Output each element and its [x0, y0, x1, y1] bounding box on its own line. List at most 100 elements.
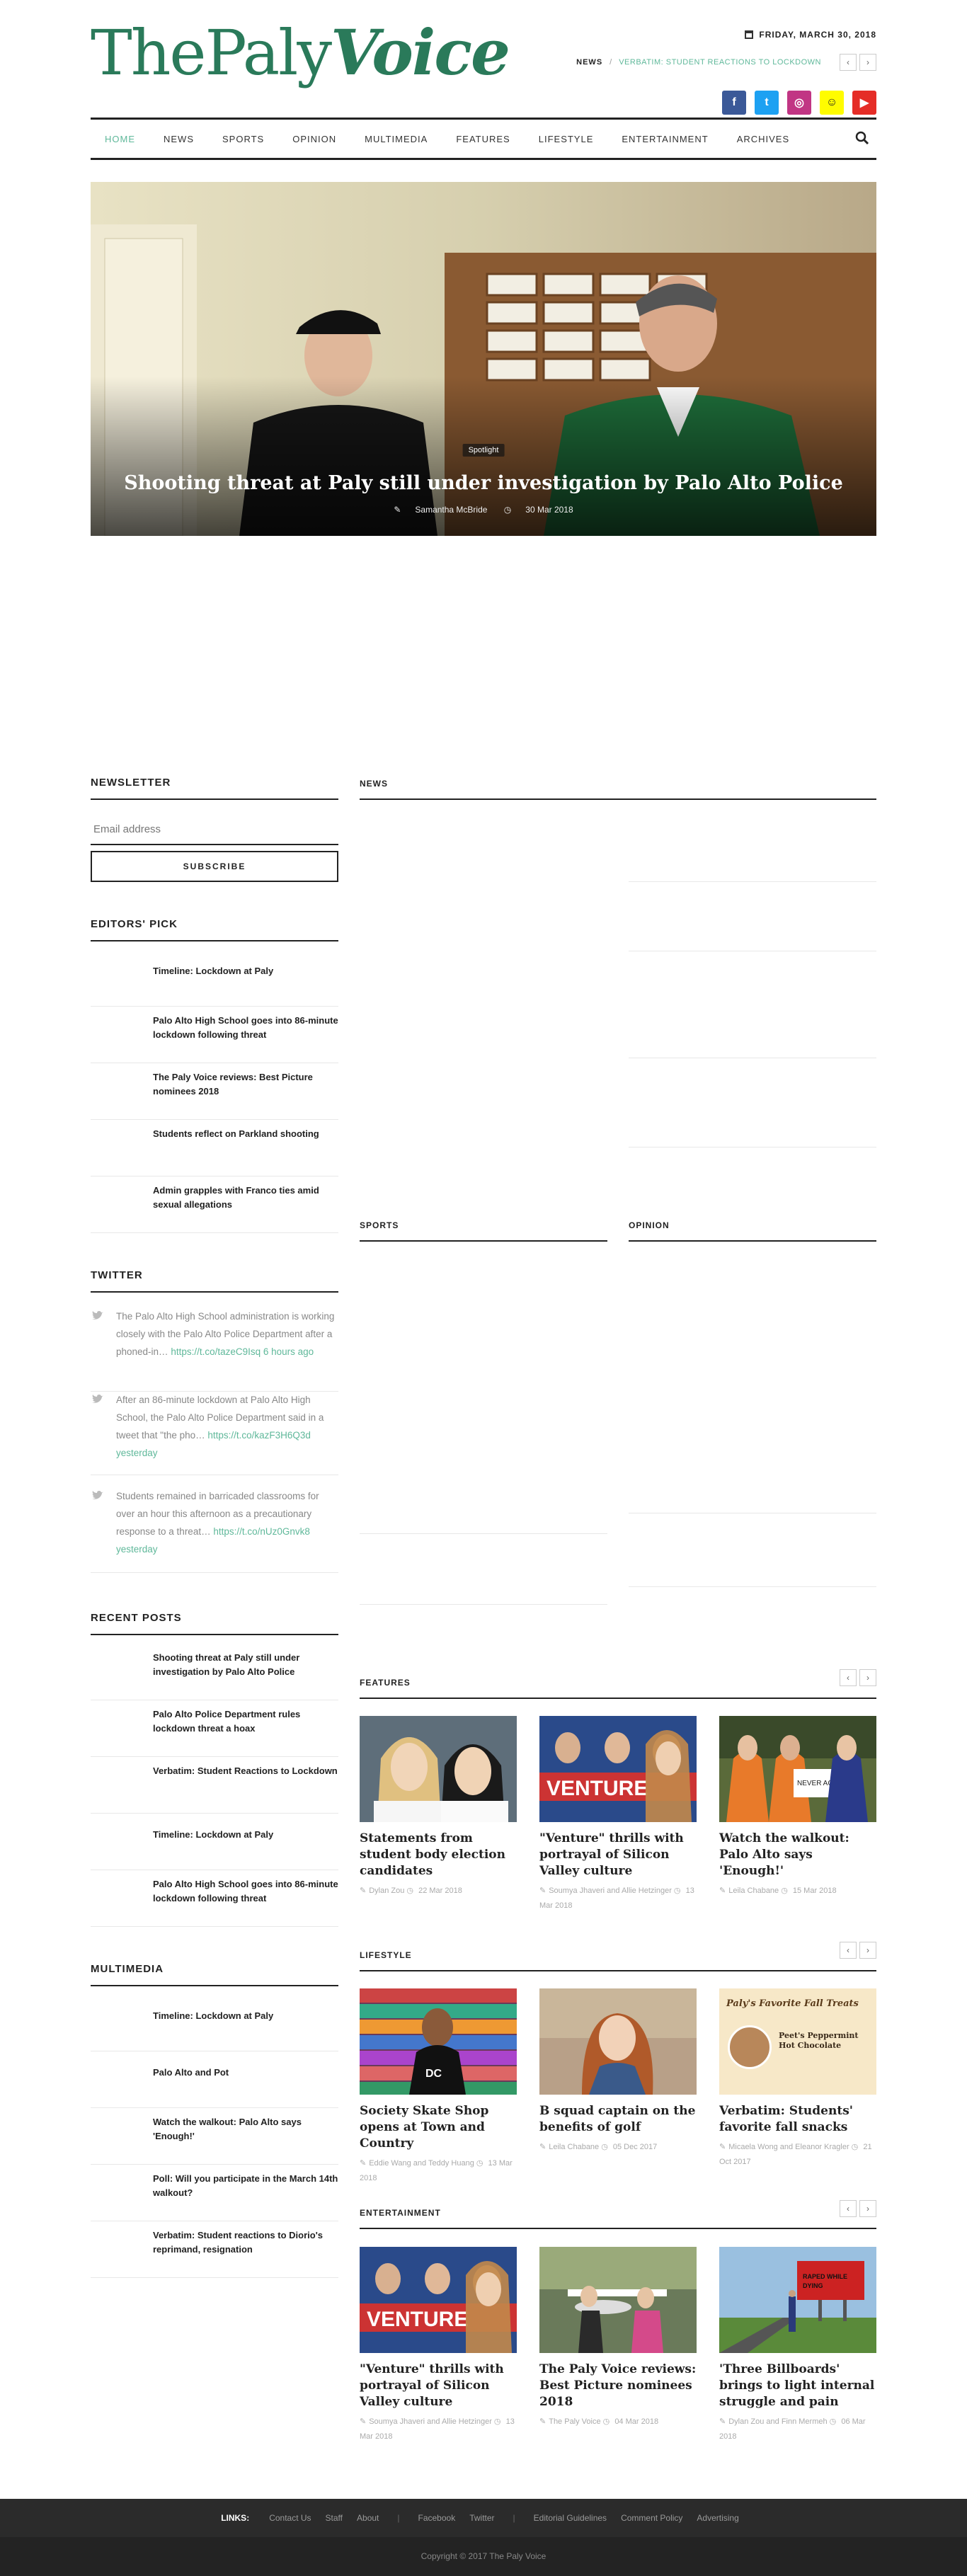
social-links: f t ◎ ☺ ▶ — [722, 91, 876, 115]
newsletter-email-input[interactable] — [91, 814, 338, 845]
tweet-time: 6 hours ago — [261, 1346, 314, 1357]
entertainment-section-heading: ENTERTAINMENT — [360, 2208, 876, 2229]
footer-link[interactable]: Editorial Guidelines — [534, 2513, 607, 2523]
nav-item-archives[interactable]: ARCHIVES — [723, 134, 803, 144]
tweet-link[interactable]: https://t.co/kazF3H6Q3d — [207, 1430, 311, 1441]
snapchat-icon[interactable]: ☺ — [820, 91, 844, 115]
tweet-link[interactable]: https://t.co/nUz0Gnvk8 — [213, 1526, 310, 1537]
lifestyle-card-image[interactable]: Paly's Favorite Fall Treats Peet's Pepper… — [719, 1988, 876, 2095]
twitter-heading: TWITTER — [91, 1269, 338, 1293]
tweet-link[interactable]: https://t.co/tazeC9Isq — [171, 1346, 261, 1357]
sports-divider — [360, 1533, 607, 1534]
nav-item-news[interactable]: NEWS — [149, 134, 208, 144]
card-author[interactable]: Micaela Wong and Eleanor Kragler — [728, 2143, 849, 2151]
youtube-icon[interactable]: ▶ — [852, 91, 876, 115]
pencil-icon: ✎ — [719, 2417, 726, 2426]
features-card-title[interactable]: "Venture" thrills with portrayal of Sili… — [539, 1831, 697, 1879]
search-icon[interactable] — [855, 131, 869, 145]
sidebar-post-link[interactable]: Verbatim: Student Reactions to Lockdown — [91, 1757, 338, 1814]
card-author[interactable]: Dylan Zou — [369, 1887, 404, 1895]
date-text: FRIDAY, MARCH 30, 2018 — [759, 30, 876, 40]
lifestyle-card-title[interactable]: Society Skate Shop opens at Town and Cou… — [360, 2103, 517, 2152]
card-author[interactable]: Eddie Wang and Teddy Huang — [369, 2159, 474, 2168]
sidebar-post-link[interactable]: Timeline: Lockdown at Paly — [91, 950, 338, 1007]
features-card-title[interactable]: Watch the walkout: Palo Alto says 'Enoug… — [719, 1831, 876, 1879]
hero-author[interactable]: Samantha McBride — [415, 505, 487, 515]
lifestyle-card-meta: ✎ Micaela Wong and Eleanor Kragler ◷ 21 O… — [719, 2140, 876, 2170]
nav-item-entertainment[interactable]: ENTERTAINMENT — [607, 134, 722, 144]
ticker-prev-button[interactable]: ‹ — [840, 54, 857, 71]
card-author[interactable]: Dylan Zou and Finn Mermeh — [728, 2417, 827, 2426]
twitter-bird-icon — [92, 1311, 103, 1320]
pencil-icon: ✎ — [539, 2417, 547, 2426]
hero-featured-story[interactable]: Spotlight Shooting threat at Paly still … — [91, 182, 876, 536]
sidebar-post-link[interactable]: Timeline: Lockdown at Paly — [91, 1814, 338, 1870]
features-next-button[interactable]: › — [859, 1669, 876, 1686]
sidebar-post-link[interactable]: Timeline: Lockdown at Paly — [91, 1995, 338, 2051]
footer-link[interactable]: About — [357, 2513, 379, 2523]
entertainment-card-image[interactable]: VENTURE — [360, 2247, 517, 2353]
main-navigation: HOME NEWS SPORTS OPINION MULTIMEDIA FEATURES L… — [91, 118, 876, 160]
sidebar-post-link[interactable]: Palo Alto and Pot — [91, 2051, 338, 2108]
footer-link[interactable]: Twitter — [469, 2513, 494, 2523]
entertainment-next-button[interactable]: › — [859, 2200, 876, 2217]
sidebar-post-link[interactable]: Palo Alto Police Department rules lockdo… — [91, 1700, 338, 1757]
footer-link[interactable]: Contact Us — [269, 2513, 311, 2523]
footer-link[interactable]: Facebook — [418, 2513, 456, 2523]
sidebar-post-link[interactable]: Students reflect on Parkland shooting — [91, 1120, 338, 1177]
sidebar-post-link[interactable]: Verbatim: Student reactions to Diorio's … — [91, 2221, 338, 2278]
features-card-image[interactable]: VENTURE — [539, 1716, 697, 1822]
entertainment-card-image[interactable] — [539, 2247, 697, 2353]
card-author[interactable]: Leila Chabane — [549, 2143, 599, 2151]
features-prev-button[interactable]: ‹ — [840, 1669, 857, 1686]
nav-item-opinion[interactable]: OPINION — [278, 134, 350, 144]
card-author[interactable]: Leila Chabane — [728, 1887, 779, 1895]
nav-item-home[interactable]: HOME — [91, 134, 149, 144]
sidebar-post-link[interactable]: Poll: Will you participate in the March … — [91, 2165, 338, 2221]
logo-text-part1: ThePaly — [91, 16, 332, 89]
lifestyle-next-button[interactable]: › — [859, 1942, 876, 1959]
card-image-caption: Paly's Favorite Fall Treats Peet's Pepper… — [719, 1988, 876, 2095]
ticker-headline-link[interactable]: VERBATIM: STUDENT REACTIONS TO LOCKDOWN — [619, 58, 821, 67]
hero-headline[interactable]: Shooting threat at Paly still under inve… — [91, 472, 876, 494]
entertainment-card-meta: ✎ Dylan Zou and Finn Mermeh ◷ 06 Mar 2018 — [719, 2415, 876, 2444]
sidebar-post-link[interactable]: Watch the walkout: Palo Alto says 'Enoug… — [91, 2108, 338, 2165]
nav-item-features[interactable]: FEATURES — [442, 134, 524, 144]
entertainment-card-title[interactable]: The Paly Voice reviews: Best Picture nom… — [539, 2362, 697, 2410]
lifestyle-card-image[interactable]: DC — [360, 1988, 517, 2095]
sidebar-post-link[interactable]: Palo Alto High School goes into 86-minut… — [91, 1870, 338, 1927]
nav-item-multimedia[interactable]: MULTIMEDIA — [350, 134, 442, 144]
footer-link[interactable]: Comment Policy — [621, 2513, 682, 2523]
entertainment-card-title[interactable]: 'Three Billboards' brings to light inter… — [719, 2362, 876, 2410]
sidebar-post-link[interactable]: Admin grapples with Franco ties amid sex… — [91, 1177, 338, 1233]
clock-icon: ◷ — [671, 1887, 683, 1895]
footer-link[interactable]: Advertising — [697, 2513, 738, 2523]
twitter-icon[interactable]: t — [755, 91, 779, 115]
sidebar-post-link[interactable]: The Paly Voice reviews: Best Picture nom… — [91, 1063, 338, 1120]
card-author[interactable]: Soumya Jhaveri and Allie Hetzinger — [369, 2417, 492, 2426]
sidebar-post-link[interactable]: Shooting threat at Paly still under inve… — [91, 1644, 338, 1700]
card-author[interactable]: Soumya Jhaveri and Allie Hetzinger — [549, 1887, 672, 1895]
facebook-icon[interactable]: f — [722, 91, 746, 115]
sidebar-post-link[interactable]: Palo Alto High School goes into 86-minut… — [91, 1007, 338, 1063]
features-card-image[interactable] — [360, 1716, 517, 1822]
entertainment-prev-button[interactable]: ‹ — [840, 2200, 857, 2217]
nav-item-sports[interactable]: SPORTS — [208, 134, 278, 144]
lifestyle-card-title[interactable]: Verbatim: Students' favorite fall snacks — [719, 2103, 876, 2136]
entertainment-card-image[interactable]: RAPED WHILE DYING — [719, 2247, 876, 2353]
site-logo[interactable]: ThePalyVoice — [91, 21, 510, 84]
features-card-image[interactable]: NEVER AGAIN — [719, 1716, 876, 1822]
entertainment-card-title[interactable]: "Venture" thrills with portrayal of Sili… — [360, 2362, 517, 2410]
hero-category-tag[interactable]: Spotlight — [462, 444, 505, 457]
footer-link[interactable]: Staff — [326, 2513, 343, 2523]
card-author[interactable]: The Paly Voice — [549, 2417, 600, 2426]
instagram-icon[interactable]: ◎ — [787, 91, 811, 115]
features-card-title[interactable]: Statements from student body election ca… — [360, 1831, 517, 1879]
lifestyle-card-title[interactable]: B squad captain on the benefits of golf — [539, 2103, 697, 2136]
subscribe-button[interactable]: SUBSCRIBE — [91, 851, 338, 882]
lifestyle-prev-button[interactable]: ‹ — [840, 1942, 857, 1959]
lifestyle-card-image[interactable] — [539, 1988, 697, 2095]
nav-item-lifestyle[interactable]: LIFESTYLE — [525, 134, 608, 144]
footer-links-bar: LINKS: Contact Us Staff About | Facebook Twit… — [0, 2499, 967, 2537]
ticker-next-button[interactable]: › — [859, 54, 876, 71]
